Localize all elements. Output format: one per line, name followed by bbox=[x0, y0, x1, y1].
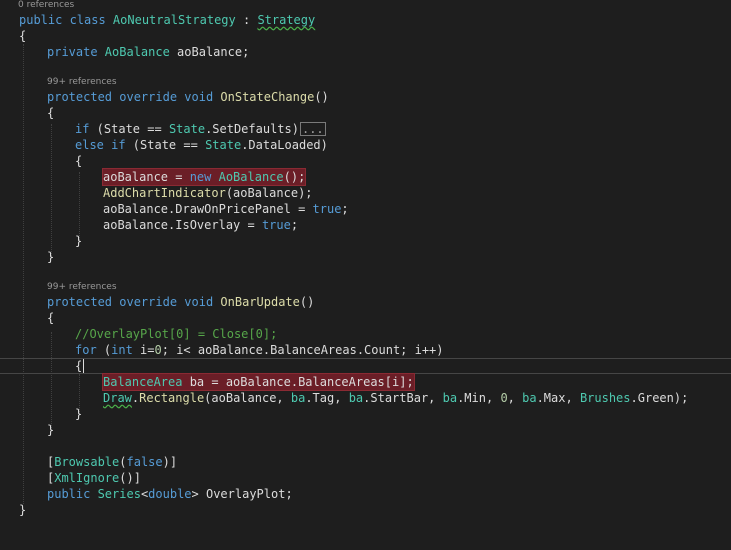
code-line[interactable]: public class AoNeutralStrategy : Strateg… bbox=[0, 12, 731, 28]
code-line[interactable]: else if (State == State.DataLoaded) bbox=[0, 137, 731, 153]
code-line[interactable]: protected override void OnBarUpdate() bbox=[0, 294, 731, 310]
code-line[interactable]: if (State == State.SetDefaults)... bbox=[0, 121, 731, 137]
code-line[interactable]: } bbox=[0, 422, 731, 438]
code-editor[interactable]: 0 references 99+ references 99+ referenc… bbox=[0, 0, 731, 539]
code-line[interactable]: { bbox=[0, 153, 731, 169]
code-line[interactable]: } bbox=[0, 233, 731, 249]
code-line-comment[interactable]: //OverlayPlot[0] = Close[0]; bbox=[0, 326, 731, 342]
code-line[interactable]: aoBalance.DrawOnPricePanel = true; bbox=[0, 201, 731, 217]
text-caret bbox=[83, 359, 84, 373]
code-line[interactable]: public Series<double> OverlayPlot; bbox=[0, 486, 731, 502]
code-line-current[interactable]: { bbox=[0, 358, 731, 374]
base-class-warning: Strategy bbox=[257, 13, 316, 27]
error-highlight: BalanceArea ba = aoBalance.BalanceAreas[… bbox=[102, 373, 415, 391]
code-line[interactable]: [Browsable(false)] bbox=[0, 454, 731, 470]
code-line[interactable]: [XmlIgnore()] bbox=[0, 470, 731, 486]
code-line[interactable]: } bbox=[0, 249, 731, 265]
codelens-method-references[interactable]: 99+ references bbox=[47, 77, 117, 88]
code-line[interactable]: } bbox=[0, 406, 731, 422]
error-highlight: aoBalance = new AoBalance(); bbox=[101, 168, 307, 186]
code-line[interactable]: protected override void OnStateChange() bbox=[0, 89, 731, 105]
code-line[interactable]: AddChartIndicator(aoBalance); bbox=[0, 185, 731, 201]
codelens-method-references[interactable]: 99+ references bbox=[47, 282, 117, 293]
code-line[interactable]: for (int i=0; i< aoBalance.BalanceAreas.… bbox=[0, 342, 731, 358]
code-line[interactable]: private AoBalance aoBalance; bbox=[0, 44, 731, 60]
code-line[interactable]: { bbox=[0, 28, 731, 44]
codelens-class-references[interactable]: 0 references bbox=[18, 0, 74, 11]
code-line-error[interactable]: BalanceArea ba = aoBalance.BalanceAreas[… bbox=[0, 373, 731, 391]
collapsed-region-button[interactable]: ... bbox=[299, 122, 326, 136]
code-line[interactable]: { bbox=[0, 105, 731, 121]
code-line[interactable]: } bbox=[0, 502, 731, 518]
code-line[interactable]: aoBalance.IsOverlay = true; bbox=[0, 217, 731, 233]
code-line[interactable]: { bbox=[0, 310, 731, 326]
code-line[interactable]: Draw.Rectangle(aoBalance, ba.Tag, ba.Sta… bbox=[0, 390, 731, 406]
code-line-error[interactable]: aoBalance = new AoBalance(); bbox=[0, 168, 731, 186]
